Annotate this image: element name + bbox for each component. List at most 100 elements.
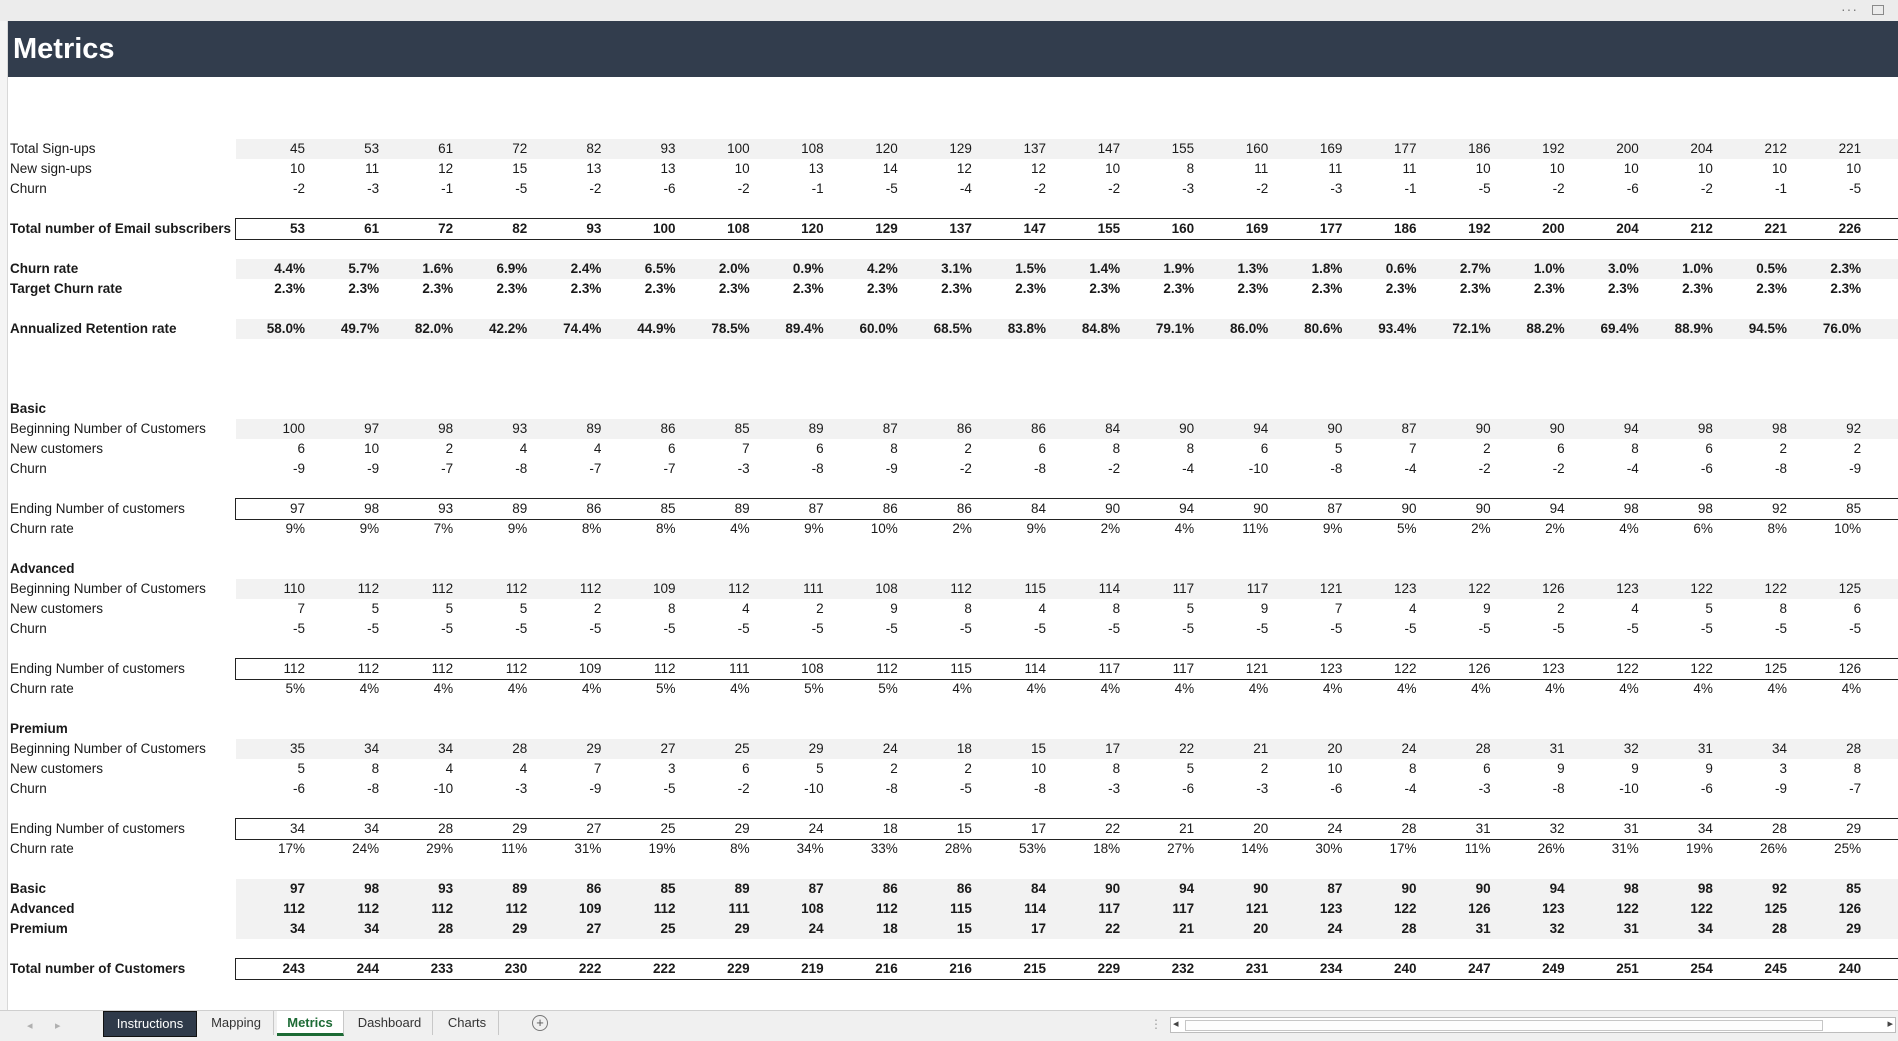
table-cell[interactable]: 97 (233, 499, 305, 519)
table-cell[interactable]: 34 (307, 819, 379, 839)
table-cell[interactable]: 68.5% (900, 319, 972, 339)
table-cell[interactable]: 231 (1196, 959, 1269, 979)
table-cell[interactable]: 126 (1419, 899, 1491, 919)
table-cell[interactable]: 115 (900, 659, 972, 679)
table-cell[interactable]: 125 (1789, 579, 1862, 599)
table-cell[interactable]: -5 (604, 619, 675, 639)
table-cell[interactable]: 112 (307, 659, 380, 679)
month-header[interactable]: Ap (1863, 99, 1898, 119)
nav-left-icon[interactable]: ◂ (27, 1019, 33, 1032)
table-cell[interactable]: 120 (826, 139, 898, 159)
table-cell[interactable]: 93 (381, 499, 453, 519)
table-cell[interactable]: 8 (1715, 599, 1787, 619)
table-cell[interactable]: 160 (1122, 219, 1195, 239)
row-label[interactable]: Premium (10, 719, 68, 739)
tab-instructions[interactable]: Instructions (103, 1011, 197, 1037)
table-cell[interactable]: 90 (1419, 499, 1491, 519)
table-cell[interactable]: -6 (1567, 179, 1639, 199)
table-cell[interactable]: 28% (900, 839, 972, 859)
table-cell[interactable]: 244 (307, 959, 380, 979)
table-cell[interactable]: 97 (307, 419, 379, 439)
month-header[interactable]: Oct-21 (529, 99, 602, 119)
table-cell[interactable]: 31 (1567, 919, 1639, 939)
table-cell[interactable]: 94 (1493, 879, 1565, 899)
table-cell[interactable]: 200 (1567, 139, 1639, 159)
table-cell[interactable]: 29 (1789, 919, 1861, 939)
table-cell[interactable]: 212 (1641, 219, 1713, 239)
table-cell[interactable]: 85 (678, 419, 750, 439)
table-cell[interactable]: 5 (455, 599, 528, 619)
table-cell[interactable]: 21 (1122, 919, 1194, 939)
restore-window-icon[interactable] (1872, 5, 1884, 15)
table-cell[interactable]: -2 (1048, 179, 1120, 199)
month-header[interactable]: Aug-22 (1270, 99, 1343, 119)
table-cell[interactable]: 6 (233, 439, 305, 459)
table-cell[interactable]: 245 (1715, 959, 1787, 979)
table-cell[interactable]: 24 (1270, 919, 1342, 939)
scroll-thumb[interactable] (1185, 1020, 1823, 1031)
table-cell[interactable]: 126 (1493, 579, 1565, 599)
table-cell[interactable]: 2.3% (1567, 279, 1639, 299)
table-cell[interactable]: 4 (1345, 599, 1417, 619)
table-cell[interactable]: -9 (529, 779, 601, 799)
table-cell[interactable]: 34% (752, 839, 824, 859)
table-cell[interactable]: 72.1% (1419, 319, 1490, 339)
row-label[interactable]: Total number of Email subscribers (10, 219, 231, 239)
row-label[interactable]: Churn (10, 179, 47, 199)
table-cell[interactable]: 3.1% (900, 259, 972, 279)
table-cell[interactable]: 89 (455, 879, 527, 899)
table-cell[interactable]: 6.5% (604, 259, 676, 279)
table-cell[interactable]: 117 (1048, 899, 1120, 919)
table-cell[interactable]: 82 (455, 219, 527, 239)
table-cell[interactable]: 84 (974, 879, 1046, 899)
table-cell[interactable]: 25% (1789, 839, 1861, 859)
table-cell[interactable]: 4% (307, 679, 380, 699)
table-cell[interactable]: -10 (381, 779, 454, 799)
row-label[interactable]: Beginning Number of Customers (10, 579, 206, 599)
row-label[interactable]: Churn rate (10, 679, 74, 699)
table-cell[interactable]: 28 (1345, 919, 1416, 939)
table-cell[interactable]: -8 (752, 459, 824, 479)
table-cell[interactable]: 4 (974, 599, 1046, 619)
month-header[interactable]: Jan-23 (1641, 99, 1714, 119)
table-cell[interactable]: -6 (233, 779, 305, 799)
month-header[interactable]: Oct-22 (1419, 99, 1492, 119)
month-header[interactable]: Jul-21 (307, 99, 380, 119)
table-cell[interactable]: -2 (974, 179, 1046, 199)
table-cell[interactable]: 14% (1196, 839, 1268, 859)
table-cell[interactable]: -4 (1345, 459, 1416, 479)
table-cell[interactable]: 108 (752, 899, 824, 919)
table-cell[interactable]: -2 (1493, 179, 1565, 199)
tab-charts[interactable]: Charts (436, 1011, 499, 1035)
table-cell[interactable]: 88.2% (1493, 319, 1564, 339)
table-cell[interactable]: 2 (529, 599, 602, 619)
table-cell[interactable]: -4 (1345, 779, 1416, 799)
table-cell[interactable]: 21 (1122, 819, 1194, 839)
table-cell[interactable]: 204 (1641, 139, 1713, 159)
table-cell[interactable]: 9% (974, 519, 1046, 539)
table-cell[interactable]: 87 (752, 499, 824, 519)
table-cell[interactable]: 13 (752, 159, 824, 179)
row-label[interactable]: Ending Number of customers (10, 819, 185, 839)
table-cell[interactable]: 9 (1493, 759, 1565, 779)
spreadsheet-grid[interactable]: Metrics Email Newsletters Jun-21 Jul-21 Aug… (0, 21, 1898, 1010)
table-cell[interactable]: -5 (1715, 619, 1787, 639)
table-cell[interactable]: 6 (1493, 439, 1565, 459)
month-header[interactable]: Sep-22 (1345, 99, 1418, 119)
table-cell[interactable]: 5 (233, 759, 305, 779)
table-cell[interactable]: 4% (1641, 679, 1713, 699)
table-cell[interactable]: -9 (307, 459, 379, 479)
table-cell[interactable]: 53 (307, 139, 379, 159)
table-cell[interactable]: 222 (529, 959, 602, 979)
table-cell[interactable]: 1.4% (1048, 259, 1120, 279)
table-cell[interactable]: 5 (1122, 599, 1195, 619)
table-cell[interactable]: 112 (604, 899, 676, 919)
table-cell[interactable]: 9% (455, 519, 528, 539)
table-cell[interactable]: 15 (900, 819, 972, 839)
table-cell[interactable]: -3 (455, 779, 527, 799)
table-cell[interactable]: 112 (307, 579, 380, 599)
table-cell[interactable]: 90 (1345, 879, 1416, 899)
table-cell[interactable]: 123 (1493, 899, 1565, 919)
table-cell[interactable]: 85 (1789, 879, 1861, 899)
table-cell[interactable]: 34 (307, 919, 379, 939)
